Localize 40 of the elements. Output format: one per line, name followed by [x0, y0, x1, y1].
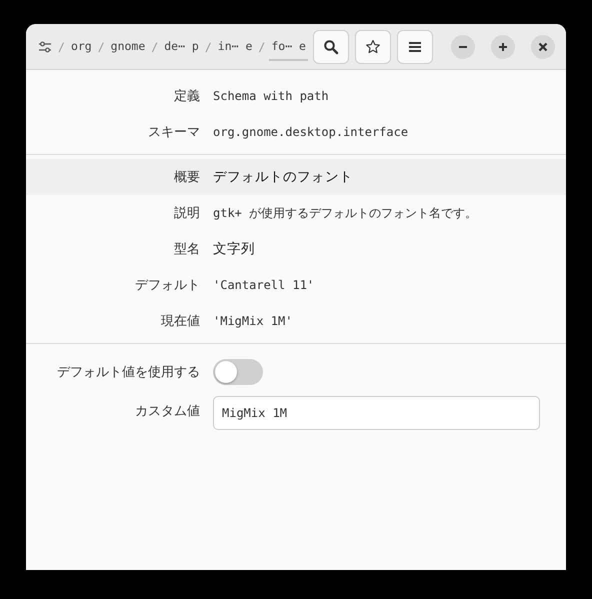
search-button[interactable]: [313, 30, 349, 64]
property-label: デフォルト: [134, 277, 201, 294]
property-value: 'Cantarell 11': [213, 278, 314, 292]
path-separator: /: [98, 40, 105, 54]
property-label: 型名: [173, 241, 201, 258]
close-icon: [538, 42, 548, 52]
path-separator: /: [258, 40, 266, 54]
bookmark-button[interactable]: [355, 30, 391, 64]
property-label: デフォルト値を使用する: [56, 364, 201, 381]
input-field[interactable]: MigMix 1M: [213, 396, 540, 430]
menu-icon: [408, 40, 422, 52]
path-separator: /: [204, 40, 212, 54]
star-icon: [365, 38, 381, 54]
plus-icon: [498, 42, 508, 52]
menu-button[interactable]: [397, 30, 433, 64]
search-icon: [323, 38, 339, 54]
path-item[interactable]: org: [68, 32, 94, 60]
property-value: gtk+ が使用するデフォルトのフォント名です。: [213, 204, 478, 222]
close-button[interactable]: [531, 34, 555, 58]
property-label: カスタム値: [134, 403, 201, 420]
toggle-switch[interactable]: [213, 359, 263, 385]
property-value: 'MigMix 1M': [213, 314, 292, 328]
path-separator: /: [58, 40, 65, 54]
maximize-button[interactable]: [491, 34, 515, 58]
path-item[interactable]: gnome: [108, 32, 148, 60]
property-label: 概要: [173, 169, 201, 186]
path-separator: /: [151, 40, 158, 54]
property-value: Schema with path: [213, 89, 329, 103]
path-item[interactable]: de⋯ p: [162, 32, 201, 60]
property-label: 定義: [173, 88, 201, 105]
path-item[interactable]: in⋯ e: [216, 32, 254, 60]
property-label: 説明: [173, 205, 201, 222]
path-item[interactable]: fo⋯ e: [269, 32, 308, 60]
property-value: org.gnome.desktop.interface: [213, 125, 408, 139]
property-value: デフォルトのフォント: [213, 168, 353, 186]
property-label: スキーマ: [147, 124, 201, 141]
property-value: 文字列: [213, 240, 255, 258]
property-label: 現在値: [160, 313, 201, 330]
settings-icon[interactable]: [38, 40, 52, 54]
minimize-button[interactable]: [451, 34, 475, 58]
